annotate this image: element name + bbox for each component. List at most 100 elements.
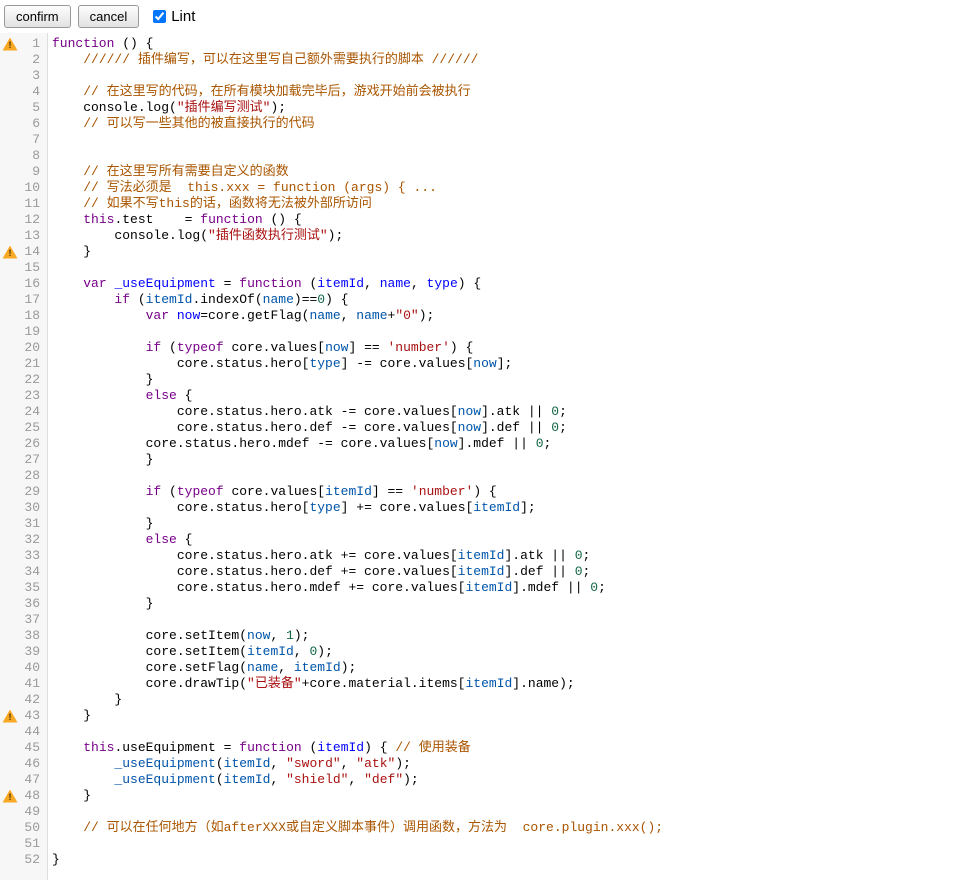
code-line[interactable]: 39 core.setItem(itemId, 0); [0, 644, 962, 660]
code-line[interactable]: 24 core.status.hero.atk -= core.values[n… [0, 404, 962, 420]
code-line[interactable]: 42 } [0, 692, 962, 708]
line-number: 45 [20, 740, 44, 756]
code-line[interactable]: 6 // 可以写一些其他的被直接执行的代码 [0, 116, 962, 132]
code-line[interactable]: 10 // 写法必须是 this.xxx = function (args) {… [0, 180, 962, 196]
code-line[interactable]: !43 } [0, 708, 962, 724]
code-line[interactable]: 16 var _useEquipment = function (itemId,… [0, 276, 962, 292]
line-number: 41 [20, 676, 44, 692]
code-line[interactable]: 33 core.status.hero.atk += core.values[i… [0, 548, 962, 564]
code-line[interactable]: 32 else { [0, 532, 962, 548]
code-text: _useEquipment(itemId, "shield", "def"); [44, 772, 419, 788]
code-line[interactable]: 12 this.test = function () { [0, 212, 962, 228]
code-line[interactable]: 44 [0, 724, 962, 740]
code-line[interactable]: 20 if (typeof core.values[now] == 'numbe… [0, 340, 962, 356]
line-number: 9 [20, 164, 44, 180]
code-line[interactable]: 37 [0, 612, 962, 628]
line-number: 42 [20, 692, 44, 708]
code-line[interactable]: 40 core.setFlag(name, itemId); [0, 660, 962, 676]
code-line[interactable]: 31 } [0, 516, 962, 532]
code-line[interactable]: 21 core.status.hero[type] -= core.values… [0, 356, 962, 372]
code-line[interactable]: 17 if (itemId.indexOf(name)==0) { [0, 292, 962, 308]
code-line[interactable]: !14 } [0, 244, 962, 260]
lint-marker-cell [0, 132, 20, 148]
code-line[interactable]: 35 core.status.hero.mdef += core.values[… [0, 580, 962, 596]
code-line[interactable]: 38 core.setItem(now, 1); [0, 628, 962, 644]
code-line[interactable]: 47 _useEquipment(itemId, "shield", "def"… [0, 772, 962, 788]
code-text: core.setFlag(name, itemId); [44, 660, 356, 676]
line-number: 46 [20, 756, 44, 772]
code-text: } [44, 452, 153, 468]
lint-marker-cell [0, 196, 20, 212]
lint-checkbox[interactable] [153, 10, 166, 23]
lint-marker-cell [0, 276, 20, 292]
code-line[interactable]: 29 if (typeof core.values[itemId] == 'nu… [0, 484, 962, 500]
code-line[interactable]: 11 // 如果不写this的话，函数将无法被外部所访问 [0, 196, 962, 212]
lint-marker-cell [0, 628, 20, 644]
line-number: 37 [20, 612, 44, 628]
code-line[interactable]: 2 ////// 插件编写，可以在这里写自己额外需要执行的脚本 ////// [0, 52, 962, 68]
code-text: // 可以写一些其他的被直接执行的代码 [44, 116, 315, 132]
code-line[interactable]: !1function () { [0, 36, 962, 52]
code-line[interactable]: 27 } [0, 452, 962, 468]
code-line[interactable]: 30 core.status.hero[type] += core.values… [0, 500, 962, 516]
code-line[interactable]: 50 // 可以在任何地方（如afterXXX或自定义脚本事件）调用函数，方法为… [0, 820, 962, 836]
line-number: 2 [20, 52, 44, 68]
code-area[interactable]: !1function () {2 ////// 插件编写，可以在这里写自己额外需… [0, 33, 962, 868]
code-line[interactable]: 49 [0, 804, 962, 820]
code-line[interactable]: 19 [0, 324, 962, 340]
code-line[interactable]: 3 [0, 68, 962, 84]
line-number: 7 [20, 132, 44, 148]
line-number: 15 [20, 260, 44, 276]
code-line[interactable]: 34 core.status.hero.def += core.values[i… [0, 564, 962, 580]
code-line[interactable]: 13 console.log("插件函数执行测试"); [0, 228, 962, 244]
code-line[interactable]: 51 [0, 836, 962, 852]
code-text: else { [44, 388, 192, 404]
code-line[interactable]: !48 } [0, 788, 962, 804]
code-line[interactable]: 18 var now=core.getFlag(name, name+"0"); [0, 308, 962, 324]
code-line[interactable]: 25 core.status.hero.def -= core.values[n… [0, 420, 962, 436]
lint-marker-cell: ! [0, 708, 20, 724]
lint-marker-cell [0, 500, 20, 516]
lint-marker-cell [0, 836, 20, 852]
lint-marker-cell [0, 564, 20, 580]
code-line[interactable]: 52} [0, 852, 962, 868]
code-line[interactable]: 5 console.log("插件编写测试"); [0, 100, 962, 116]
lint-marker-cell [0, 324, 20, 340]
code-line[interactable]: 41 core.drawTip("已装备"+core.material.item… [0, 676, 962, 692]
lint-marker-cell [0, 676, 20, 692]
code-line[interactable]: 45 this.useEquipment = function (itemId)… [0, 740, 962, 756]
line-number: 44 [20, 724, 44, 740]
code-line[interactable]: 36 } [0, 596, 962, 612]
lint-marker-cell [0, 660, 20, 676]
line-number: 16 [20, 276, 44, 292]
lint-marker-cell [0, 308, 20, 324]
confirm-button[interactable]: confirm [4, 5, 71, 28]
code-line[interactable]: 9 // 在这里写所有需要自定义的函数 [0, 164, 962, 180]
code-line[interactable]: 23 else { [0, 388, 962, 404]
code-line[interactable]: 22 } [0, 372, 962, 388]
line-number: 50 [20, 820, 44, 836]
lint-toggle[interactable]: Lint [153, 8, 195, 25]
code-text: core.status.hero.def -= core.values[now]… [44, 420, 567, 436]
lint-marker-cell [0, 420, 20, 436]
code-line[interactable]: 15 [0, 260, 962, 276]
lint-marker-cell [0, 212, 20, 228]
code-text: } [44, 708, 91, 724]
line-number: 48 [20, 788, 44, 804]
code-line[interactable]: 46 _useEquipment(itemId, "sword", "atk")… [0, 756, 962, 772]
line-number: 13 [20, 228, 44, 244]
code-text: } [44, 516, 153, 532]
code-editor[interactable]: !1function () {2 ////// 插件编写，可以在这里写自己额外需… [0, 33, 962, 880]
code-line[interactable]: 7 [0, 132, 962, 148]
code-line[interactable]: 28 [0, 468, 962, 484]
line-number: 32 [20, 532, 44, 548]
code-text: core.status.hero[type] += core.values[it… [44, 500, 536, 516]
cancel-button[interactable]: cancel [78, 5, 140, 28]
line-number: 19 [20, 324, 44, 340]
code-line[interactable]: 4 // 在这里写的代码，在所有模块加载完毕后，游戏开始前会被执行 [0, 84, 962, 100]
code-line[interactable]: 26 core.status.hero.mdef -= core.values[… [0, 436, 962, 452]
code-line[interactable]: 8 [0, 148, 962, 164]
line-number: 33 [20, 548, 44, 564]
code-text: } [44, 372, 153, 388]
code-text: var _useEquipment = function (itemId, na… [44, 276, 481, 292]
